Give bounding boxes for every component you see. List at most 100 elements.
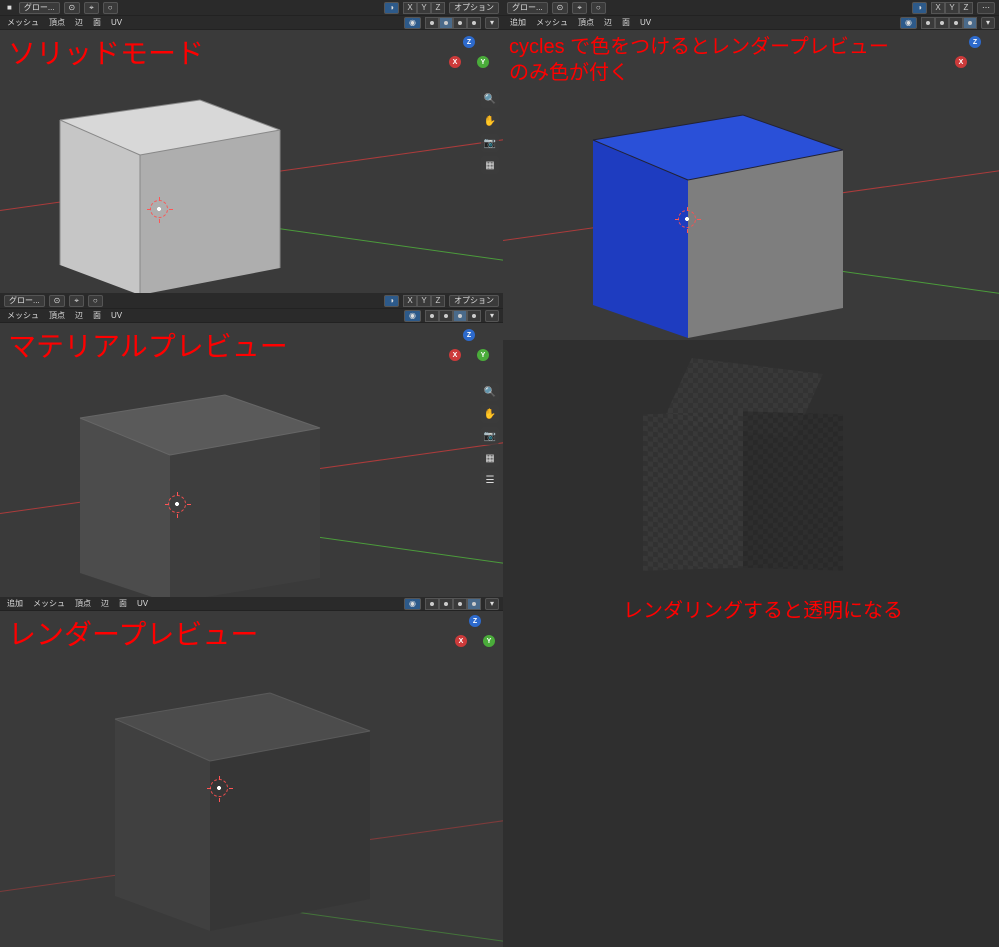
- snap-toggle[interactable]: ⌖: [69, 295, 84, 307]
- proportional-toggle[interactable]: ○: [88, 295, 103, 307]
- axis-y-btn[interactable]: Y: [945, 2, 959, 14]
- shading-rendered[interactable]: [467, 598, 481, 610]
- menu-face[interactable]: 面: [90, 310, 104, 321]
- camera-icon[interactable]: 📷: [481, 134, 499, 152]
- shading-matprev[interactable]: [453, 310, 467, 322]
- menu-add[interactable]: 追加: [507, 17, 529, 28]
- overlay-toggle[interactable]: ◑: [384, 295, 399, 307]
- axis-z-btn[interactable]: Z: [431, 295, 445, 307]
- menu-edge[interactable]: 辺: [72, 17, 86, 28]
- menu-face[interactable]: 面: [90, 17, 104, 28]
- shading-options[interactable]: ▾: [485, 17, 499, 29]
- gizmo-y[interactable]: Y: [477, 56, 489, 68]
- menu-vertex[interactable]: 頂点: [46, 310, 68, 321]
- shading-options[interactable]: ▾: [485, 310, 499, 322]
- axis-z-btn[interactable]: Z: [431, 2, 445, 14]
- menu-mesh[interactable]: メッシュ: [533, 17, 571, 28]
- camera-icon[interactable]: 📷: [481, 427, 499, 445]
- menu-mesh[interactable]: メッシュ: [4, 17, 42, 28]
- zoom-icon[interactable]: 🔍: [481, 383, 499, 401]
- snap-toggle[interactable]: ⌖: [572, 2, 587, 14]
- shading-matprev[interactable]: [949, 17, 963, 29]
- shading-options[interactable]: ▾: [981, 17, 995, 29]
- menu-uv[interactable]: UV: [108, 18, 125, 27]
- shading-solid[interactable]: [439, 17, 453, 29]
- menu-edge[interactable]: 辺: [72, 310, 86, 321]
- gizmo-z[interactable]: Z: [969, 36, 981, 48]
- menu-edge[interactable]: 辺: [98, 598, 112, 609]
- menu-mesh[interactable]: メッシュ: [4, 310, 42, 321]
- gizmo-x[interactable]: X: [955, 56, 967, 68]
- options-dropdown[interactable]: オプション: [449, 295, 499, 307]
- proportional-toggle[interactable]: ○: [591, 2, 606, 14]
- orientation-dropdown[interactable]: グロー...: [4, 295, 45, 307]
- shading-options[interactable]: ▾: [485, 598, 499, 610]
- menu-face[interactable]: 面: [619, 17, 633, 28]
- gizmo-x[interactable]: X: [455, 635, 467, 647]
- overlay-visibility[interactable]: ◉: [900, 17, 917, 29]
- gizmo-z[interactable]: Z: [463, 329, 475, 341]
- shading-rendered[interactable]: [467, 310, 481, 322]
- snap-toggle[interactable]: ⌖: [84, 2, 99, 14]
- axis-x-btn[interactable]: X: [403, 295, 417, 307]
- shading-wireframe[interactable]: [425, 310, 439, 322]
- zoom-icon[interactable]: 🔍: [481, 90, 499, 108]
- menu-uv[interactable]: UV: [134, 599, 151, 608]
- shading-matprev[interactable]: [453, 17, 467, 29]
- menu-uv[interactable]: UV: [637, 18, 654, 27]
- axis-y-btn[interactable]: Y: [417, 295, 431, 307]
- pivot-dropdown[interactable]: ⊙: [552, 2, 569, 14]
- pan-icon[interactable]: ✋: [481, 112, 499, 130]
- axis-z-btn[interactable]: Z: [959, 2, 973, 14]
- menu-mesh[interactable]: メッシュ: [30, 598, 68, 609]
- nav-gizmo[interactable]: Z X: [953, 36, 997, 80]
- gizmo-z[interactable]: Z: [463, 36, 475, 48]
- perspective-icon[interactable]: ▦: [481, 156, 499, 174]
- menu-vertex[interactable]: 頂点: [575, 17, 597, 28]
- menu-face[interactable]: 面: [116, 598, 130, 609]
- shading-solid[interactable]: [439, 310, 453, 322]
- menu-edge[interactable]: 辺: [601, 17, 615, 28]
- gizmo-x[interactable]: X: [449, 349, 461, 361]
- nav-gizmo[interactable]: Z Y X: [447, 329, 491, 373]
- nav-gizmo[interactable]: Z Y X: [447, 36, 491, 80]
- shading-wireframe[interactable]: [425, 17, 439, 29]
- shading-rendered[interactable]: [963, 17, 977, 29]
- overlay-visibility[interactable]: ◉: [404, 310, 421, 322]
- viewport-3d[interactable]: cycles で色をつけるとレンダープレビュー のみ色が付く Z X: [503, 30, 999, 340]
- menu-add[interactable]: 追加: [4, 598, 26, 609]
- shading-matprev[interactable]: [453, 598, 467, 610]
- shading-solid[interactable]: [439, 598, 453, 610]
- orientation-dropdown[interactable]: グロー...: [507, 2, 548, 14]
- nav-gizmo[interactable]: Z Y X: [453, 615, 497, 659]
- menu-vertex[interactable]: 頂点: [72, 598, 94, 609]
- gizmo-y[interactable]: Y: [483, 635, 495, 647]
- overlay-toggle[interactable]: ◑: [384, 2, 399, 14]
- gizmo-x[interactable]: X: [449, 56, 461, 68]
- layers-icon[interactable]: ☰: [481, 471, 499, 489]
- perspective-icon[interactable]: ▦: [481, 449, 499, 467]
- axis-y-btn[interactable]: Y: [417, 2, 431, 14]
- menu-vertex[interactable]: 頂点: [46, 17, 68, 28]
- options-dropdown[interactable]: オプション: [449, 2, 499, 14]
- axis-x-btn[interactable]: X: [403, 2, 417, 14]
- shading-solid[interactable]: [935, 17, 949, 29]
- pan-icon[interactable]: ✋: [481, 405, 499, 423]
- viewport-3d[interactable]: ソリッドモード Z Y X 🔍 ✋ 📷 ▦: [0, 30, 503, 293]
- pivot-dropdown[interactable]: ⊙: [64, 2, 81, 14]
- orientation-dropdown[interactable]: グロー...: [19, 2, 60, 14]
- axis-x-btn[interactable]: X: [931, 2, 945, 14]
- overlay-visibility[interactable]: ◉: [404, 17, 421, 29]
- pivot-dropdown[interactable]: ⊙: [49, 295, 66, 307]
- overlay-toggle[interactable]: ◑: [912, 2, 927, 14]
- shading-wireframe[interactable]: [425, 598, 439, 610]
- shading-wireframe[interactable]: [921, 17, 935, 29]
- proportional-toggle[interactable]: ○: [103, 2, 118, 14]
- menu-uv[interactable]: UV: [108, 311, 125, 320]
- viewport-3d[interactable]: レンダープレビュー Z Y X: [0, 611, 503, 947]
- overlay-visibility[interactable]: ◉: [404, 598, 421, 610]
- viewport-3d[interactable]: マテリアルプレビュー Z Y X 🔍 ✋ 📷 ▦ ☰: [0, 323, 503, 597]
- options-dropdown[interactable]: ⋯: [977, 2, 995, 14]
- gizmo-z[interactable]: Z: [469, 615, 481, 627]
- gizmo-y[interactable]: Y: [477, 349, 489, 361]
